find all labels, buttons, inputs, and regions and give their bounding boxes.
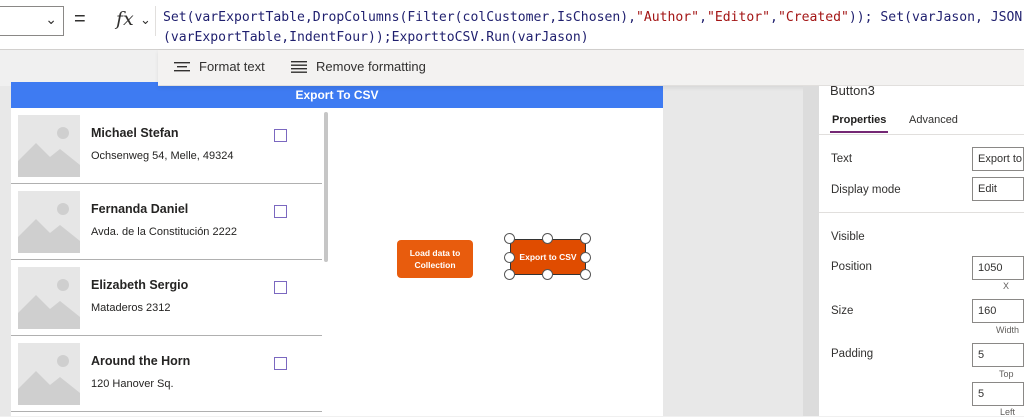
formula-line-2: (varExportTable,IndentFour));ExporttoCSV… [163, 30, 589, 45]
text-property-label: Text [831, 153, 853, 165]
gallery-item-subtitle: Mataderos 2312 [91, 302, 171, 314]
customer-gallery[interactable]: Michael Stefan Ochsenweg 54, Melle, 4932… [11, 108, 331, 416]
size-label: Size [831, 305, 854, 317]
resize-handle[interactable] [580, 233, 591, 244]
image-placeholder-icon [18, 343, 80, 405]
format-text-label: Format text [199, 59, 265, 74]
format-text-button[interactable]: Format text [174, 59, 265, 74]
size-width-caption: Width [996, 325, 1020, 335]
remove-formatting-icon [291, 60, 307, 73]
text-property-input[interactable]: Export to CSV [972, 147, 1024, 171]
formula-token: , [770, 10, 778, 25]
gallery-item-title: Michael Stefan [91, 126, 179, 140]
resize-handle[interactable] [504, 269, 515, 280]
app-screen[interactable]: Export To CSV Michael Stefan Ochsenweg 5… [11, 82, 663, 416]
control-name: Button3 [830, 83, 875, 98]
load-data-button[interactable]: Load data to Collection [397, 240, 473, 278]
format-toolbar: Format text Remove formatting [158, 50, 1024, 86]
gallery-item[interactable]: Fernanda Daniel Avda. de la Constitución… [11, 184, 322, 260]
remove-formatting-button[interactable]: Remove formatting [291, 59, 426, 74]
gallery-item[interactable]: Elizabeth Sergio Mataderos 2312 [11, 260, 322, 336]
gallery-item-title: Elizabeth Sergio [91, 278, 189, 292]
resize-handle[interactable] [580, 252, 591, 263]
image-placeholder-icon [18, 191, 80, 253]
padding-label: Padding [831, 348, 874, 360]
fx-icon: fx [116, 8, 134, 30]
gallery-item-subtitle: Ochsenweg 54, Melle, 49324 [91, 150, 234, 162]
choose-checkbox[interactable] [274, 357, 287, 370]
visible-label: Visible [831, 231, 865, 243]
resize-handle[interactable] [504, 252, 515, 263]
resize-handle[interactable] [542, 269, 553, 280]
padding-top-caption: Top [999, 369, 1014, 379]
position-x-input[interactable]: 1050 [972, 256, 1024, 280]
divider [819, 212, 1024, 213]
formula-string-token: "Editor" [706, 10, 771, 25]
chevron-down-icon: ⌄ [45, 11, 57, 27]
resize-handle[interactable] [504, 233, 515, 244]
formula-token: , [699, 10, 707, 25]
position-label: Position [831, 261, 872, 273]
gallery-item[interactable]: Michael Stefan Ochsenweg 54, Melle, 4932… [11, 108, 322, 184]
padding-left-input[interactable]: 5 [972, 382, 1024, 406]
active-tab-indicator [830, 131, 888, 133]
formula-token: )); Set(varJason, JSON [848, 10, 1023, 25]
formula-token: Set(varExportTable,DropColumns(Filter(co… [163, 10, 636, 25]
formula-string-token: "Author" [636, 10, 700, 25]
property-dropdown[interactable]: ⌄ [0, 6, 64, 36]
remove-formatting-label: Remove formatting [316, 59, 426, 74]
choose-checkbox[interactable] [274, 281, 287, 294]
padding-top-input[interactable]: 5 [972, 343, 1024, 367]
display-mode-dropdown[interactable]: Edit [972, 177, 1024, 201]
formula-input[interactable]: Set(varExportTable,DropColumns(Filter(co… [163, 8, 1023, 48]
formula-bar: ⌄ = fx ⌄ Set(varExportTable,DropColumns(… [0, 0, 1024, 50]
divider [819, 134, 1024, 135]
image-placeholder-icon [18, 267, 80, 329]
position-x-caption: X [1003, 281, 1010, 291]
tab-advanced[interactable]: Advanced [909, 114, 958, 126]
equals-sign: = [74, 8, 86, 30]
gallery-item[interactable]: Around the Horn 120 Hanover Sq. [11, 336, 322, 412]
gallery-item-subtitle: 120 Hanover Sq. [91, 378, 174, 390]
fx-button[interactable]: fx ⌄ [104, 6, 156, 36]
formula-string-token: "Created" [777, 10, 849, 25]
format-text-icon [174, 61, 190, 71]
image-placeholder-icon [18, 115, 80, 177]
size-width-input[interactable]: 160 [972, 299, 1024, 323]
formula-line-1: Set(varExportTable,DropColumns(Filter(co… [163, 8, 1023, 28]
choose-checkbox[interactable] [274, 129, 287, 142]
display-mode-label: Display mode [831, 184, 901, 196]
properties-panel: Button3 Properties Advanced Text Export … [819, 83, 1024, 417]
tab-properties[interactable]: Properties [832, 114, 886, 126]
gallery-item-title: Fernanda Daniel [91, 202, 189, 216]
gallery-scrollbar[interactable] [324, 112, 328, 262]
resize-handle[interactable] [542, 233, 553, 244]
chevron-down-icon: ⌄ [140, 12, 151, 27]
panel-splitter[interactable] [803, 86, 819, 416]
gallery-item-title: Around the Horn [91, 354, 191, 368]
choose-checkbox[interactable] [274, 205, 287, 218]
gallery-item-subtitle: Avda. de la Constitución 2222 [91, 226, 237, 238]
resize-handle[interactable] [580, 269, 591, 280]
